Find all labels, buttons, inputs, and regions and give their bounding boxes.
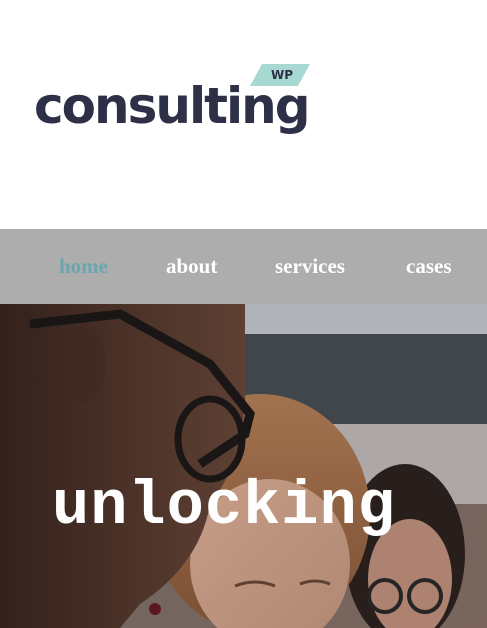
nav-item-services[interactable]: services xyxy=(275,229,345,304)
nav-item-home[interactable]: home xyxy=(59,229,108,304)
page: WP consulting home about services cases xyxy=(0,0,487,628)
hero-banner: unlocking xyxy=(0,304,487,628)
hero-photo xyxy=(0,304,487,628)
hero-headline: unlocking xyxy=(52,471,396,542)
main-navigation: home about services cases xyxy=(0,229,487,304)
logo-wordmark: consulting xyxy=(34,77,311,135)
nav-item-about[interactable]: about xyxy=(166,229,217,304)
consulting-wp-logo[interactable]: WP consulting xyxy=(34,62,324,142)
site-header: WP consulting xyxy=(0,0,487,229)
nav-item-cases[interactable]: cases xyxy=(406,229,452,304)
